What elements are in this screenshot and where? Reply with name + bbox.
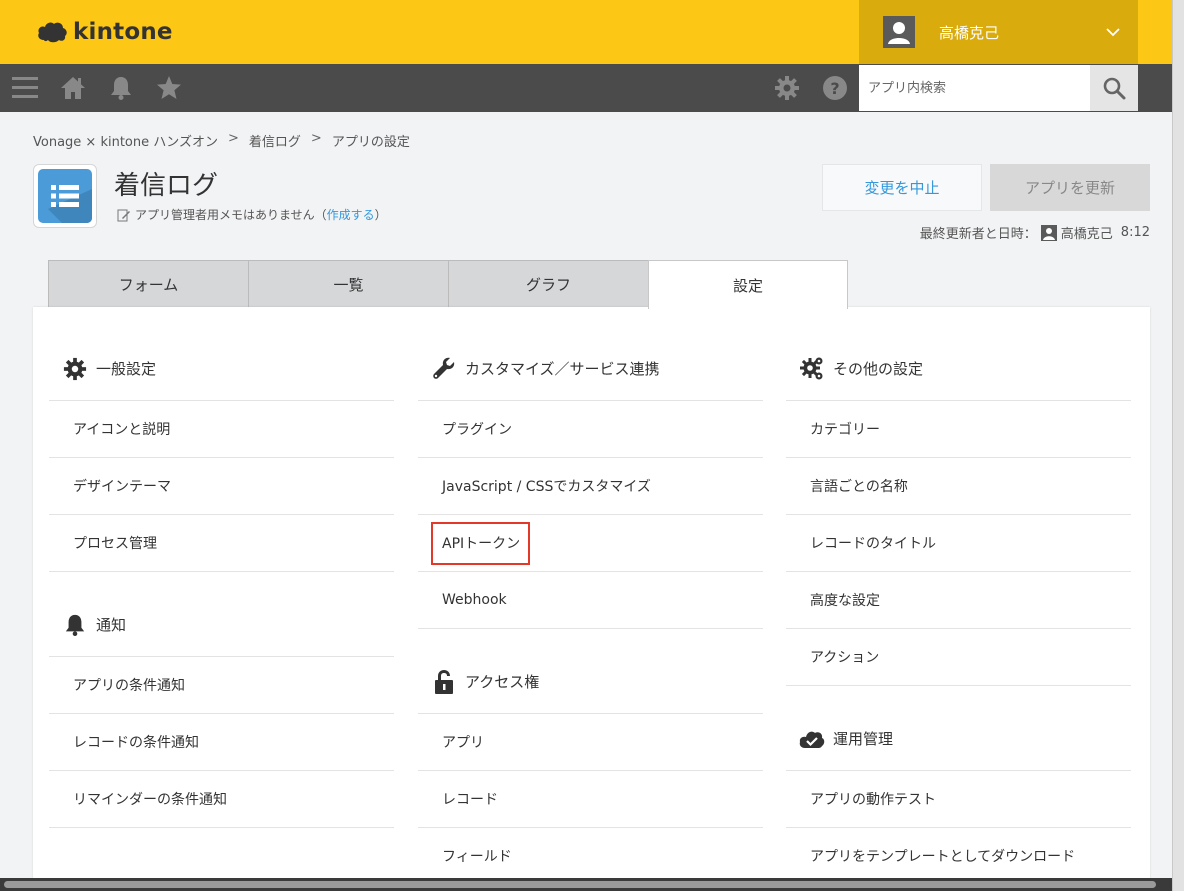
- horizontal-scrollbar[interactable]: [0, 878, 1172, 891]
- section-title: 通知: [96, 616, 127, 634]
- section-title: アクセス権: [465, 673, 540, 691]
- section-access: アクセス権: [418, 650, 763, 714]
- memo-text: アプリ管理者用メモはありません（: [135, 208, 327, 222]
- bell-icon: [62, 612, 88, 638]
- section-other: その他の設定: [786, 337, 1131, 401]
- user-icon: [888, 22, 910, 44]
- wrench-icon: [431, 356, 457, 382]
- search-icon: [1103, 77, 1126, 100]
- last-updated-time: 8:12: [1120, 225, 1150, 240]
- create-memo-link[interactable]: 作成する: [327, 206, 375, 223]
- app-icon: [33, 164, 97, 228]
- user-avatar: [883, 16, 915, 48]
- lock-icon: [431, 669, 457, 695]
- breadcrumb: Vonage × kintone ハンズオン > 着信ログ > アプリの設定: [33, 131, 410, 150]
- breadcrumb-separator: >: [228, 131, 239, 146]
- svg-text:?: ?: [830, 79, 839, 98]
- cancel-changes-button[interactable]: 変更を中止: [822, 164, 982, 211]
- settings-item-app-access[interactable]: アプリ: [418, 714, 763, 771]
- section-customize: カスタマイズ／サービス連携: [418, 337, 763, 401]
- settings-item-record-access[interactable]: レコード: [418, 771, 763, 828]
- settings-column-2: カスタマイズ／サービス連携 プラグイン JavaScript / CSSでカスタ…: [418, 337, 763, 878]
- settings-item-category[interactable]: カテゴリー: [786, 401, 1131, 458]
- memo-close-paren: ）: [374, 208, 387, 222]
- breadcrumb-app[interactable]: 着信ログ: [249, 131, 301, 150]
- user-menu[interactable]: 高橋克己: [859, 0, 1138, 64]
- memo-edit-icon: [117, 209, 130, 221]
- settings-item-record-title[interactable]: レコードのタイトル: [786, 515, 1131, 572]
- settings-item-field-access[interactable]: フィールド: [418, 828, 763, 878]
- settings-item-app-notification[interactable]: アプリの条件通知: [49, 657, 394, 714]
- updater-avatar-icon: [1040, 224, 1057, 241]
- settings-item-plugin[interactable]: プラグイン: [418, 401, 763, 458]
- cloud-check-icon: [799, 726, 825, 752]
- settings-item-app-test[interactable]: アプリの動作テスト: [786, 771, 1131, 828]
- settings-column-3: その他の設定 カテゴリー 言語ごとの名称 レコードのタイトル 高度な設定 アクシ…: [786, 337, 1131, 878]
- settings-item-design-theme[interactable]: デザインテーマ: [49, 458, 394, 515]
- breadcrumb-space[interactable]: Vonage × kintone ハンズオン: [33, 131, 218, 150]
- tab-form[interactable]: フォーム: [48, 260, 248, 308]
- section-notification: 通知: [49, 593, 394, 657]
- user-name: 高橋克己: [939, 24, 1000, 42]
- app-memo: アプリ管理者用メモはありません（ 作成する ）: [117, 206, 387, 223]
- section-title: 一般設定: [96, 360, 157, 378]
- settings-item-icon-description[interactable]: アイコンと説明: [49, 401, 394, 458]
- vertical-scrollbar[interactable]: [1172, 0, 1184, 891]
- section-operation: 運用管理: [786, 707, 1131, 771]
- browser-viewport: kintone 高橋克己 ? アプリ内検索 Vonage × kintone ハ…: [0, 0, 1172, 878]
- logo-text: kintone: [73, 19, 173, 45]
- gear-icon: [62, 356, 88, 382]
- cloud-logo-icon: [38, 22, 67, 43]
- section-title: その他の設定: [833, 360, 924, 378]
- app-search-input[interactable]: [859, 65, 1090, 111]
- settings-item-webhook[interactable]: Webhook: [418, 572, 763, 629]
- home-icon[interactable]: [59, 74, 87, 102]
- settings-item-record-notification[interactable]: レコードの条件通知: [49, 714, 394, 771]
- settings-item-download-template[interactable]: アプリをテンプレートとしてダウンロード: [786, 828, 1131, 878]
- settings-tabs: フォーム 一覧 グラフ 設定: [48, 260, 848, 309]
- settings-item-api-token[interactable]: APIトークン: [418, 515, 763, 572]
- section-title: 運用管理: [833, 730, 894, 748]
- search-button[interactable]: [1090, 65, 1138, 111]
- settings-item-localization[interactable]: 言語ごとの名称: [786, 458, 1131, 515]
- star-icon[interactable]: [155, 74, 183, 102]
- settings-column-1: 一般設定 アイコンと説明 デザインテーマ プロセス管理 通知 アプリの条件通知 …: [49, 337, 394, 828]
- chevron-down-icon: [1106, 28, 1120, 37]
- last-updated-info: 最終更新者と日時： 高橋克己 8:12: [920, 223, 1150, 242]
- settings-item-reminder-notification[interactable]: リマインダーの条件通知: [49, 771, 394, 828]
- section-title: カスタマイズ／サービス連携: [465, 360, 660, 378]
- last-updated-label: 最終更新者と日時：: [919, 227, 1037, 242]
- gear-icon[interactable]: [773, 74, 801, 102]
- breadcrumb-separator: >: [310, 131, 322, 146]
- global-header: kintone 高橋克己: [0, 0, 1172, 64]
- settings-item-action[interactable]: アクション: [786, 629, 1131, 686]
- gears-icon: [799, 356, 825, 382]
- update-app-button[interactable]: アプリを更新: [990, 164, 1150, 211]
- bell-icon[interactable]: [107, 74, 135, 102]
- section-general: 一般設定: [49, 337, 394, 401]
- tab-list[interactable]: 一覧: [248, 260, 448, 308]
- page-title: 着信ログ: [114, 171, 219, 201]
- help-icon[interactable]: ?: [821, 74, 849, 102]
- last-updated-user[interactable]: 高橋克己: [1061, 223, 1113, 242]
- settings-item-process-management[interactable]: プロセス管理: [49, 515, 394, 572]
- breadcrumb-current: アプリの設定: [331, 135, 410, 150]
- list-icon: [48, 185, 92, 223]
- tab-graph[interactable]: グラフ: [448, 260, 648, 308]
- settings-item-advanced[interactable]: 高度な設定: [786, 572, 1131, 629]
- menu-icon[interactable]: [11, 74, 39, 102]
- tab-settings[interactable]: 設定: [648, 260, 848, 309]
- api-token-highlight[interactable]: APIトークン: [431, 521, 531, 565]
- scrollbar-thumb[interactable]: [4, 881, 1156, 888]
- kintone-logo[interactable]: kintone: [36, 17, 173, 47]
- settings-panel: 一般設定 アイコンと説明 デザインテーマ プロセス管理 通知 アプリの条件通知 …: [33, 307, 1150, 878]
- settings-item-js-css-customize[interactable]: JavaScript / CSSでカスタマイズ: [418, 458, 763, 515]
